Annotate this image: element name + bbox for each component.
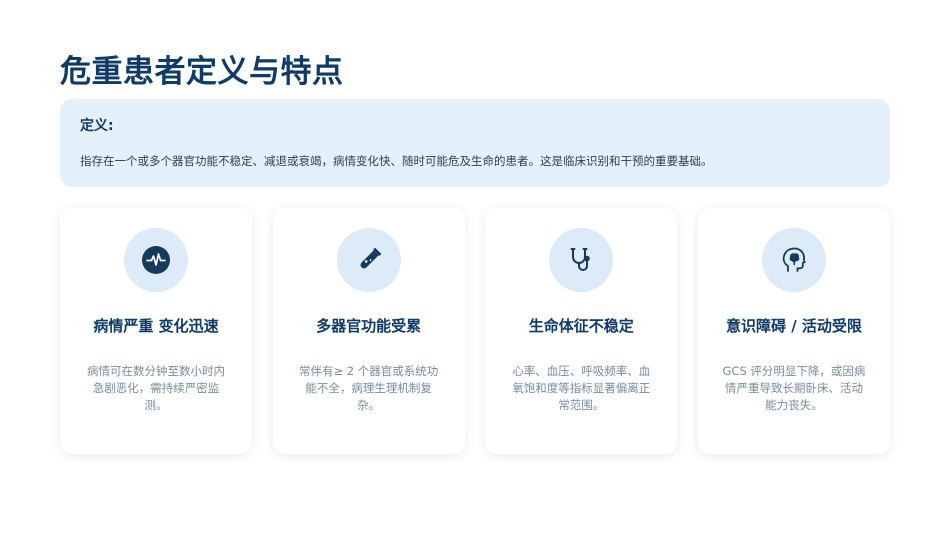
card-title: 多器官功能受累	[316, 317, 422, 335]
icon-badge	[549, 228, 614, 292]
feature-card-severity: 病情严重 变化迅速 病情可在数分钟至数小时内急剧恶化，需持续严密监测。	[60, 208, 252, 454]
card-title: 生命体征不稳定	[528, 317, 634, 335]
card-description: 心率、血压、呼吸频率、血氧饱和度等指标显著偏离正常范围。	[512, 363, 651, 412]
feature-card-consciousness: 意识障碍 / 活动受限 GCS 评分明显下降，或因病情严重导致长期卧床、活动能力…	[697, 208, 890, 454]
card-description: GCS 评分明显下降，或因病情严重导致长期卧床、活动能力丧失。	[722, 363, 866, 412]
card-title: 病情严重 变化迅速	[93, 317, 219, 335]
icon-badge	[761, 228, 826, 292]
card-title: 意识障碍 / 活动受限	[726, 317, 862, 335]
definition-label: 定义:	[80, 118, 114, 134]
stethoscope-icon	[570, 248, 591, 271]
card-description: 病情可在数分钟至数小时内急剧恶化，需持续严密监测。	[87, 363, 225, 412]
definition-box: 定义: 指存在一个或多个器官功能不稳定、减退或衰竭，病情变化快、随时可能危及生命…	[60, 99, 890, 187]
feature-cards: 病情严重 变化迅速 病情可在数分钟至数小时内急剧恶化，需持续严密监测。 多器官功…	[60, 208, 890, 454]
icon-badge	[336, 228, 401, 292]
definition-text: 指存在一个或多个器官功能不稳定、减退或衰竭，病情变化快、随时可能危及生命的患者。…	[80, 154, 713, 168]
test-tube-icon	[360, 248, 381, 269]
head-brain-icon	[782, 247, 806, 272]
card-description: 常伴有≥ 2 个器官或系统功能不全，病理生理机制复杂。	[299, 363, 439, 412]
heartbeat-icon	[142, 246, 170, 274]
icon-badge	[124, 228, 188, 292]
feature-card-vitals: 生命体征不稳定 心率、血压、呼吸频率、血氧饱和度等指标显著偏离正常范围。	[485, 208, 678, 454]
feature-card-multi-organ: 多器官功能受累 常伴有≥ 2 个器官或系统功能不全，病理生理机制复杂。	[272, 208, 465, 454]
slide: 危重患者定义与特点 定义: 指存在一个或多个器官功能不稳定、减退或衰竭，病情变化…	[0, 0, 950, 535]
page-title: 危重患者定义与特点	[60, 54, 344, 90]
